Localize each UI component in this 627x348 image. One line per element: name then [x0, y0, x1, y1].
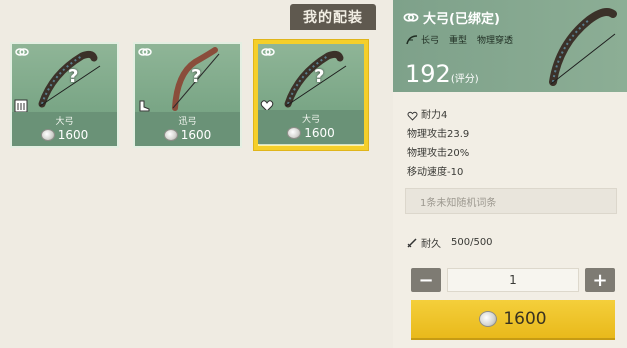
item-name: 大弓: [301, 115, 320, 125]
item-name: 大弓: [55, 117, 74, 127]
item-stats: 耐力4 物理攻击23.9 物理攻击20% 移动速度-10: [407, 106, 469, 182]
boot-icon: [139, 100, 150, 112]
bound-link-icon: [138, 48, 152, 56]
stat-row: 耐力4: [407, 106, 469, 125]
bound-link-icon: [403, 13, 419, 22]
coin-icon: [479, 311, 498, 327]
sword-icon: [407, 237, 417, 248]
quantity-input[interactable]: 1: [447, 268, 579, 292]
item-card[interactable]: ? 迅弓 1600: [133, 42, 242, 148]
bow-hand-icon: [406, 34, 418, 44]
increase-quantity-button[interactable]: +: [585, 268, 615, 292]
item-tags: 长弓 重型 物理穿透: [405, 33, 513, 46]
tab-my-loadout[interactable]: 我的配装: [290, 4, 376, 30]
tag-longbow: 长弓: [405, 33, 439, 46]
unknown-question-icon: ?: [68, 66, 79, 87]
item-name: 迅弓: [178, 117, 197, 127]
decrease-quantity-button[interactable]: −: [411, 268, 441, 292]
dark-bow-icon: [549, 8, 617, 86]
durability-row: 耐久 500/500: [407, 235, 493, 250]
buy-button[interactable]: 1600: [411, 300, 615, 338]
detail-header: 大弓(已绑定) 长弓 重型 物理穿透 192(评分): [393, 0, 627, 92]
tag-heavy: 重型: [449, 36, 468, 46]
stat-row: 移动速度-10: [407, 167, 464, 178]
item-price: 1600: [135, 128, 240, 142]
item-card-selected[interactable]: ? 大弓 1600: [254, 40, 368, 150]
stat-row: 物理攻击23.9: [407, 129, 470, 140]
item-price: 1600: [258, 126, 364, 140]
item-score: 192(评分): [405, 60, 479, 88]
bound-link-icon: [15, 48, 29, 56]
bound-link-icon: [261, 48, 275, 56]
random-affix-box: 1条未知随机词条: [405, 188, 617, 214]
item-detail-panel: 大弓(已绑定) 长弓 重型 物理穿透 192(评分) 耐力4 物理攻击23.9 …: [393, 0, 627, 348]
unknown-question-icon: ?: [191, 66, 202, 87]
stat-row: 物理攻击20%: [407, 148, 470, 159]
coin-icon: [163, 129, 178, 141]
unknown-question-icon: ?: [314, 66, 325, 87]
tower-icon: [14, 99, 28, 113]
item-price: 1600: [12, 128, 117, 142]
quantity-stepper: − 1 +: [411, 268, 615, 292]
coin-icon: [40, 129, 55, 141]
tag-physical-penetration: 物理穿透: [477, 36, 514, 46]
coin-icon: [287, 127, 302, 139]
item-card[interactable]: ? 大弓 1600: [10, 42, 119, 148]
detail-title: 大弓(已绑定): [403, 8, 500, 27]
heart-icon: [407, 111, 418, 121]
